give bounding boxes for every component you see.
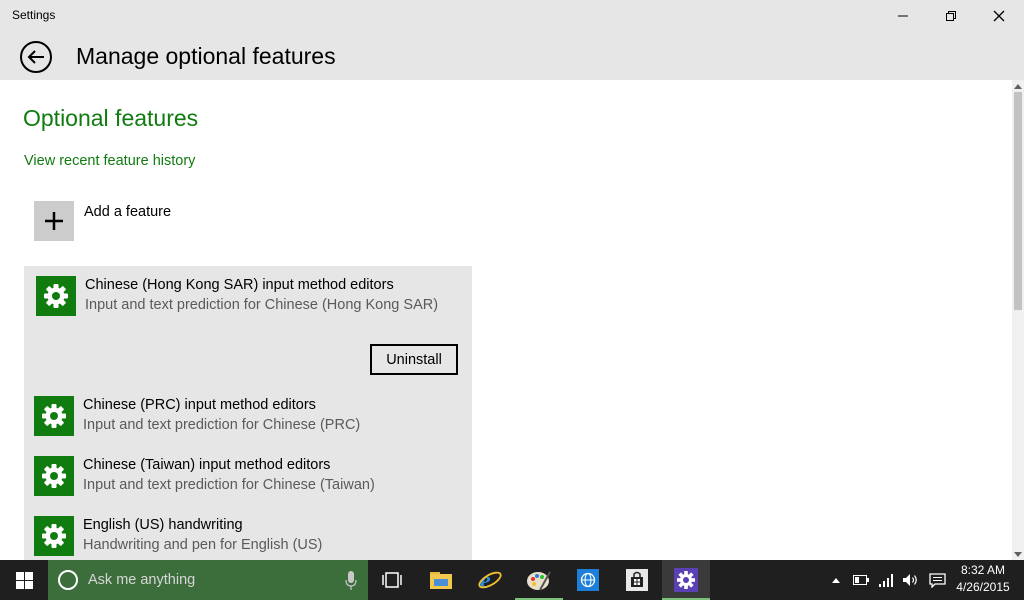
cortana-search-box[interactable]: Ask me anything — [48, 560, 368, 600]
title-bar: Settings — [0, 0, 1024, 32]
back-arrow-icon — [27, 50, 44, 64]
page-header: Manage optional features — [0, 32, 1024, 80]
battery-icon — [852, 575, 869, 585]
page-title: Manage optional features — [76, 43, 336, 69]
close-icon — [993, 10, 1005, 22]
scroll-down-arrow-icon[interactable] — [1012, 548, 1024, 560]
uninstall-button[interactable]: Uninstall — [370, 344, 458, 375]
task-view-button[interactable] — [368, 560, 416, 600]
volume-button[interactable] — [902, 572, 920, 588]
feature-item-english-handwriting[interactable]: English (US) handwriting Handwriting and… — [34, 516, 464, 560]
feature-description: Handwriting and pen for English (US) — [83, 537, 323, 553]
feature-description: Input and text prediction for Chinese (P… — [83, 417, 361, 433]
network-button[interactable] — [878, 572, 896, 588]
windows-logo-icon — [15, 571, 33, 589]
network-app-button[interactable] — [564, 560, 612, 600]
start-button[interactable] — [0, 560, 48, 600]
content-pane: Optional features View recent feature hi… — [0, 80, 1012, 560]
paint-icon — [527, 571, 551, 591]
feature-name: Chinese (Hong Kong SAR) input method edi… — [85, 277, 394, 293]
feature-item-hong-kong-ime[interactable]: Chinese (Hong Kong SAR) input method edi… — [36, 276, 466, 320]
globe-icon — [577, 569, 599, 591]
chevron-up-icon — [832, 578, 840, 583]
gear-icon — [34, 456, 74, 496]
minimize-icon — [898, 15, 908, 17]
scroll-up-arrow-icon[interactable] — [1012, 80, 1024, 92]
file-explorer-button[interactable] — [417, 560, 465, 600]
settings-icon — [674, 568, 698, 592]
feature-item-prc-ime[interactable]: Chinese (PRC) input method editors Input… — [34, 396, 464, 440]
feature-description: Input and text prediction for Chinese (T… — [83, 477, 375, 493]
scrollbar-thumb[interactable] — [1014, 92, 1022, 310]
internet-explorer-icon: e — [478, 568, 502, 593]
taskbar-clock[interactable]: 8:32 AM 4/26/2015 — [950, 562, 1016, 596]
clock-date: 4/26/2015 — [956, 580, 1010, 594]
gear-icon — [34, 396, 74, 436]
vertical-scrollbar[interactable] — [1012, 80, 1024, 560]
feature-description: Input and text prediction for Chinese (H… — [85, 297, 439, 313]
back-button[interactable] — [20, 41, 52, 73]
settings-taskbar-button[interactable] — [662, 560, 710, 600]
feature-name: English (US) handwriting — [83, 517, 243, 533]
restore-icon — [946, 11, 956, 21]
file-explorer-icon — [430, 572, 452, 589]
speaker-icon — [903, 574, 917, 586]
gear-icon — [34, 516, 74, 556]
internet-explorer-button[interactable]: e — [466, 560, 514, 600]
store-button[interactable] — [613, 560, 661, 600]
task-view-icon — [382, 572, 402, 588]
restore-button[interactable] — [928, 0, 974, 32]
section-title: Optional features — [23, 105, 199, 131]
cortana-icon — [58, 570, 78, 590]
add-feature-label: Add a feature — [84, 204, 172, 220]
signal-bars-icon — [879, 574, 893, 587]
microphone-icon[interactable] — [345, 571, 357, 590]
close-button[interactable] — [976, 0, 1022, 32]
show-hidden-icons-button[interactable] — [827, 572, 845, 588]
plus-icon — [34, 201, 74, 241]
gear-icon — [36, 276, 76, 316]
paint-button[interactable] — [515, 560, 563, 600]
feature-name: Chinese (PRC) input method editors — [83, 397, 316, 413]
action-center-button[interactable] — [928, 572, 946, 588]
feature-history-link[interactable]: View recent feature history — [24, 153, 195, 169]
add-feature-button[interactable]: Add a feature — [34, 201, 334, 241]
taskbar: Ask me anything e 8:32 AM 4/26/2015 — [0, 560, 1024, 600]
feature-name: Chinese (Taiwan) input method editors — [83, 457, 331, 473]
window-title: Settings — [12, 8, 56, 22]
search-placeholder: Ask me anything — [88, 572, 196, 588]
feature-item-taiwan-ime[interactable]: Chinese (Taiwan) input method editors In… — [34, 456, 464, 500]
clock-time: 8:32 AM — [960, 563, 1006, 577]
battery-button[interactable] — [852, 572, 870, 588]
store-icon — [626, 569, 648, 591]
minimize-button[interactable] — [880, 0, 926, 32]
notification-icon — [928, 572, 946, 588]
